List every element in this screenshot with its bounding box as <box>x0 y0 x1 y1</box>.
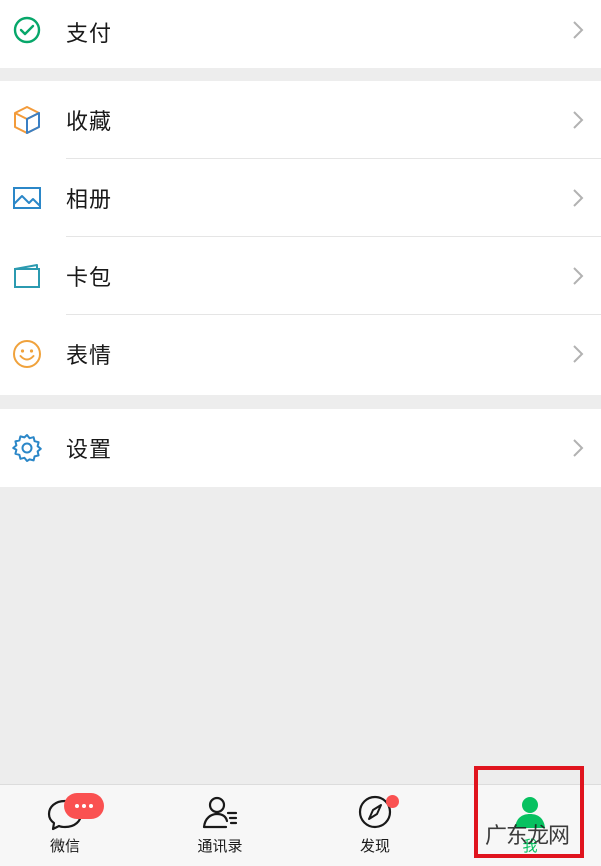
chevron-right-icon <box>571 265 585 287</box>
menu-item-favorites[interactable]: 收藏 <box>0 81 601 159</box>
contacts-icon <box>200 793 240 831</box>
tab-label: 通讯录 <box>197 837 243 855</box>
menu-item-settings[interactable]: 设置 <box>0 409 601 487</box>
menu-group-pay: 支付 <box>0 0 601 68</box>
watermark: 广东龙网 <box>485 824 570 849</box>
menu-item-album[interactable]: 相册 <box>0 159 601 237</box>
card-wallet-icon <box>11 260 43 292</box>
smiley-icon <box>11 338 43 370</box>
menu-item-card-wallet[interactable]: 卡包 <box>0 237 601 315</box>
tab-contacts[interactable]: 通讯录 <box>145 785 295 866</box>
menu-group-main: 收藏 相册 卡包 表情 <box>0 81 601 395</box>
chevron-right-icon <box>571 437 585 459</box>
tab-discover[interactable]: 发现 <box>300 785 450 866</box>
menu-item-label: 支付 <box>66 22 113 47</box>
gear-icon <box>11 432 43 464</box>
menu-item-label: 相册 <box>66 188 113 213</box>
chevron-right-icon <box>571 19 585 41</box>
menu-item-label: 收藏 <box>66 110 113 135</box>
tab-chats[interactable]: 微信 <box>0 785 140 866</box>
menu-item-pay[interactable]: 支付 <box>0 0 601 68</box>
menu-item-label: 设置 <box>66 438 113 463</box>
menu-item-stickers[interactable]: 表情 <box>0 315 601 393</box>
chevron-right-icon <box>571 109 585 131</box>
menu-item-label: 表情 <box>66 344 113 369</box>
menu-item-label: 卡包 <box>66 266 113 291</box>
unread-badge <box>64 793 104 819</box>
picture-icon <box>11 182 43 214</box>
chevron-right-icon <box>571 187 585 209</box>
cube-icon <box>11 104 43 136</box>
menu-group-settings: 设置 <box>0 409 601 487</box>
tab-label: 发现 <box>359 837 390 855</box>
notification-dot <box>386 795 399 808</box>
wallet-check-icon <box>11 14 43 46</box>
chevron-right-icon <box>571 343 585 365</box>
tab-label: 微信 <box>49 837 80 855</box>
